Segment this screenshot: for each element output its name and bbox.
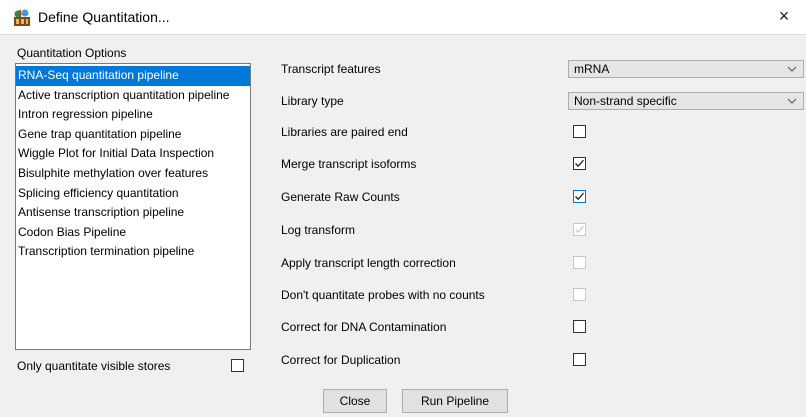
transcript-features-value: mRNA bbox=[574, 62, 610, 76]
raw-counts-label: Generate Raw Counts bbox=[281, 190, 400, 204]
dna-contamination-label: Correct for DNA Contamination bbox=[281, 320, 447, 334]
list-item[interactable]: Wiggle Plot for Initial Data Inspection bbox=[16, 144, 250, 164]
length-correction-label: Apply transcript length correction bbox=[281, 256, 456, 270]
duplication-checkbox[interactable] bbox=[573, 353, 586, 366]
close-window-icon[interactable]: × bbox=[762, 0, 806, 34]
library-type-value: Non-strand specific bbox=[574, 94, 677, 108]
visible-stores-checkbox[interactable] bbox=[231, 359, 244, 372]
library-type-label: Library type bbox=[281, 94, 344, 108]
title-bar: Define Quantitation... × bbox=[0, 0, 806, 35]
list-item[interactable]: Gene trap quantitation pipeline bbox=[16, 125, 250, 145]
list-item[interactable]: RNA-Seq quantitation pipeline bbox=[16, 66, 250, 86]
paired-end-checkbox[interactable] bbox=[573, 125, 586, 138]
no-count-probes-checkbox[interactable] bbox=[573, 288, 586, 301]
transcript-features-select[interactable]: mRNA bbox=[568, 60, 804, 78]
log-transform-checkbox[interactable] bbox=[573, 223, 586, 236]
options-list[interactable]: RNA-Seq quantitation pipeline Active tran… bbox=[15, 63, 251, 350]
no-count-probes-label: Don't quantitate probes with no counts bbox=[281, 288, 485, 302]
checkmark-icon bbox=[575, 225, 584, 234]
close-button[interactable]: Close bbox=[323, 389, 387, 413]
log-transform-label: Log transform bbox=[281, 223, 356, 237]
duplication-label: Correct for Duplication bbox=[281, 353, 401, 367]
chevron-down-icon bbox=[787, 66, 797, 72]
checkmark-icon bbox=[575, 159, 584, 168]
length-correction-checkbox[interactable] bbox=[573, 256, 586, 269]
run-pipeline-button[interactable]: Run Pipeline bbox=[402, 389, 508, 413]
paired-end-label: Libraries are paired end bbox=[281, 125, 408, 139]
list-item[interactable]: Intron regression pipeline bbox=[16, 105, 250, 125]
dna-contamination-checkbox[interactable] bbox=[573, 320, 586, 333]
raw-counts-checkbox[interactable] bbox=[573, 190, 586, 203]
list-item[interactable]: Splicing efficiency quantitation bbox=[16, 184, 250, 204]
visible-stores-row: Only quantitate visible stores bbox=[15, 356, 251, 376]
list-item[interactable]: Bisulphite methylation over features bbox=[16, 164, 250, 184]
merge-isoforms-checkbox[interactable] bbox=[573, 157, 586, 170]
transcript-features-label: Transcript features bbox=[281, 62, 381, 76]
app-icon bbox=[14, 9, 30, 26]
checkmark-icon bbox=[575, 192, 584, 201]
visible-stores-label: Only quantitate visible stores bbox=[17, 359, 171, 373]
library-type-select[interactable]: Non-strand specific bbox=[568, 92, 804, 110]
options-list-header: Quantitation Options bbox=[17, 46, 127, 60]
chevron-down-icon bbox=[787, 98, 797, 104]
merge-isoforms-label: Merge transcript isoforms bbox=[281, 157, 417, 171]
list-item[interactable]: Antisense transcription pipeline bbox=[16, 203, 250, 223]
list-item[interactable]: Active transcription quantitation pipeli… bbox=[16, 86, 250, 106]
list-item[interactable]: Transcription termination pipeline bbox=[16, 242, 250, 262]
window-title: Define Quantitation... bbox=[38, 9, 170, 25]
list-item[interactable]: Codon Bias Pipeline bbox=[16, 223, 250, 243]
